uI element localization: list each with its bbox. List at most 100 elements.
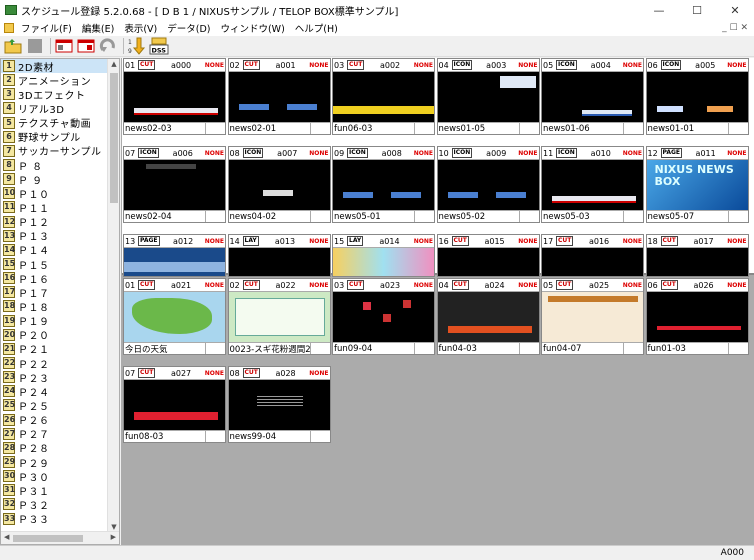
cue-flag-cell[interactable] xyxy=(414,122,434,134)
sidebar-item-page-17[interactable]: 17 Ｐ１７ xyxy=(1,285,108,300)
cue-thumbnail[interactable] xyxy=(437,160,539,210)
cue-flag-cell[interactable] xyxy=(518,210,539,222)
cue-thumbnail[interactable] xyxy=(646,292,748,342)
maximize-button[interactable]: ☐ xyxy=(678,4,716,17)
cue-flag-cell[interactable] xyxy=(205,342,225,354)
cue-thumbnail[interactable] xyxy=(437,292,539,342)
cue-thumbnail[interactable] xyxy=(646,248,748,276)
cue-flag-cell[interactable] xyxy=(309,122,330,134)
cue-thumbnail[interactable] xyxy=(646,72,748,122)
cue-card-a003[interactable]: 04 ICON a003 NONE news01-05 xyxy=(436,58,540,135)
sidebar-item-page-28[interactable]: 28 Ｐ２８ xyxy=(1,441,108,455)
cue-card-a014[interactable]: 15 LAY a014 NONE xyxy=(332,234,435,277)
sidebar-item-page-18[interactable]: 18 Ｐ１８ xyxy=(1,299,108,314)
cue-thumbnail[interactable] xyxy=(542,160,643,210)
mdi-controls[interactable]: _ ☐ ✕ xyxy=(722,23,754,33)
scroll-left-icon[interactable]: ◀ xyxy=(4,533,9,541)
cue-flag-cell[interactable] xyxy=(205,210,225,222)
cue-card-a005[interactable]: 06 ICON a005 NONE news01-01 xyxy=(645,58,749,135)
cue-thumbnail[interactable] xyxy=(228,292,330,342)
cue-thumbnail[interactable] xyxy=(124,380,225,430)
cue-thumbnail[interactable] xyxy=(333,72,434,122)
sidebar-item-page-8[interactable]: 8Ｐ ８ xyxy=(1,158,108,173)
cue-card-a021[interactable]: 01 CUT a021 NONE 今日の天気 xyxy=(123,278,226,355)
sidebar-item-page-20[interactable]: 20 Ｐ２０ xyxy=(1,328,108,342)
cue-thumbnail[interactable] xyxy=(228,160,330,210)
sidebar-item-page-14[interactable]: 14 Ｐ１４ xyxy=(1,243,108,257)
cue-card-a008[interactable]: 09 ICON a008 NONE news05-01 xyxy=(332,146,435,223)
cue-card-a013[interactable]: 14 LAY a013 NONE xyxy=(227,234,331,277)
cue-thumbnail[interactable]: NIXUS NEWS BOX xyxy=(646,160,748,210)
sidebar-item-page-21[interactable]: 21 Ｐ２１ xyxy=(1,342,108,356)
cue-flag-cell[interactable] xyxy=(727,122,748,134)
close-button[interactable]: ✕ xyxy=(716,4,754,17)
cue-thumbnail[interactable] xyxy=(542,72,643,122)
undo-button[interactable] xyxy=(98,37,118,55)
menu-file[interactable]: ファイル(F) xyxy=(16,21,77,35)
sidebar-item-page-3[interactable]: 3 3Dエフェクト xyxy=(1,87,108,102)
sidebar-item-page-13[interactable]: 13 Ｐ１３ xyxy=(1,229,108,243)
cue-flag-cell[interactable] xyxy=(623,122,643,134)
cue-thumbnail[interactable] xyxy=(542,292,643,342)
scroll-right-icon[interactable]: ▶ xyxy=(111,533,116,541)
sidebar-item-page-25[interactable]: 25 Ｐ２５ xyxy=(1,398,108,413)
cue-card-a022[interactable]: 02CUT a022 NONE 0023-スギ花粉週間2予報 xyxy=(227,278,331,355)
sidebar-item-page-16[interactable]: 16 Ｐ１６ xyxy=(1,271,108,286)
cue-flag-cell[interactable] xyxy=(414,210,434,222)
dss-button[interactable]: DSS xyxy=(149,37,169,55)
sidebar-item-page-29[interactable]: 29 Ｐ２９ xyxy=(1,455,108,470)
menu-window[interactable]: ウィンドウ(W) xyxy=(215,21,289,35)
sidebar-item-page-19[interactable]: 19 Ｐ１９ xyxy=(1,314,108,328)
sidebar-item-page-31[interactable]: 31 Ｐ３１ xyxy=(1,483,108,498)
cue-flag-cell[interactable] xyxy=(309,210,330,222)
cue-thumbnail[interactable] xyxy=(437,72,539,122)
sidebar-item-page-22[interactable]: 22 Ｐ２２ xyxy=(1,356,108,371)
cue-flag-cell[interactable] xyxy=(414,342,434,354)
sidebar-item-page-27[interactable]: 27 Ｐ２７ xyxy=(1,427,108,441)
sidebar-item-page-5[interactable]: 5 テクスチャ動画 xyxy=(1,116,108,130)
scroll-down-icon[interactable]: ▼ xyxy=(108,523,120,531)
sort-button[interactable]: 19 xyxy=(127,37,147,55)
cue-flag-cell[interactable] xyxy=(205,122,225,134)
cue-flag-cell[interactable] xyxy=(205,430,225,442)
cue-card-a027[interactable]: 07 CUT a027 NONE fun08-03 xyxy=(123,366,226,443)
sidebar-item-page-7[interactable]: 7 サッカーサンプル xyxy=(1,144,108,158)
sidebar-item-page-26[interactable]: 26 Ｐ２６ xyxy=(1,413,108,427)
sidebar-item-page-1[interactable]: 1 2D素材 xyxy=(1,59,108,74)
scroll-thumb[interactable] xyxy=(110,73,118,203)
sidebar-item-page-32[interactable]: 32 Ｐ３２ xyxy=(1,497,108,512)
cue-card-a015[interactable]: 16 CUT a015 NONE xyxy=(436,234,540,277)
cue-card-a026[interactable]: 06 CUT a026 NONE fun01-03 xyxy=(645,278,749,355)
sidebar-item-page-33[interactable]: 33 Ｐ３３ xyxy=(1,512,108,526)
cue-thumbnail[interactable] xyxy=(228,380,330,430)
cue-card-a025[interactable]: 05 CUT a025 NONE fun04-07 xyxy=(541,278,644,355)
cue-thumbnail[interactable] xyxy=(437,248,539,276)
cue-thumbnail[interactable] xyxy=(124,160,225,210)
cue-flag-cell[interactable] xyxy=(623,210,643,222)
sidebar-item-page-12[interactable]: 12 Ｐ１２ xyxy=(1,215,108,229)
cue-flag-cell[interactable] xyxy=(518,342,539,354)
sidebar-item-page-6[interactable]: 6 野球サンプル xyxy=(1,130,108,144)
stop-button[interactable] xyxy=(25,37,45,55)
minimize-button[interactable]: — xyxy=(640,4,678,17)
sidebar-item-page-15[interactable]: 15 Ｐ１５ xyxy=(1,257,108,272)
menu-data[interactable]: データ(D) xyxy=(162,21,215,35)
cue-thumbnail[interactable] xyxy=(124,248,225,276)
cue-card-a017[interactable]: 18 CUT a017 NONE xyxy=(645,234,749,277)
cue-card-a016[interactable]: 17 CUT a016 NONE xyxy=(541,234,644,277)
cue-card-a028[interactable]: 08 CUT a028 NONE news99-04 xyxy=(227,366,331,443)
scroll-up-icon[interactable]: ▲ xyxy=(108,60,120,68)
cue-card-a002[interactable]: 03 CUT a002 NONE fun06-03 xyxy=(332,58,435,135)
open-folder-button[interactable] xyxy=(3,37,23,55)
sidebar-item-page-23[interactable]: 23 Ｐ２３ xyxy=(1,370,108,385)
cue-thumbnail[interactable] xyxy=(124,72,225,122)
cue-card-a007[interactable]: 08 ICON a007 NONE news04-02 xyxy=(227,146,331,223)
sidebar-item-page-4[interactable]: 4 リアル3D xyxy=(1,101,108,116)
cue-flag-cell[interactable] xyxy=(727,342,748,354)
cue-card-a023[interactable]: 03 CUT a023 NONE fun09-04 xyxy=(332,278,435,355)
sidebar-horizontal-scrollbar[interactable]: ◀ ▶ xyxy=(1,531,119,544)
sidebar-item-page-2[interactable]: 2 アニメーション xyxy=(1,73,108,88)
sidebar-item-page-11[interactable]: 11 Ｐ１１ xyxy=(1,200,108,215)
cue-thumbnail[interactable] xyxy=(124,292,225,342)
cue-thumbnail[interactable] xyxy=(542,248,643,276)
